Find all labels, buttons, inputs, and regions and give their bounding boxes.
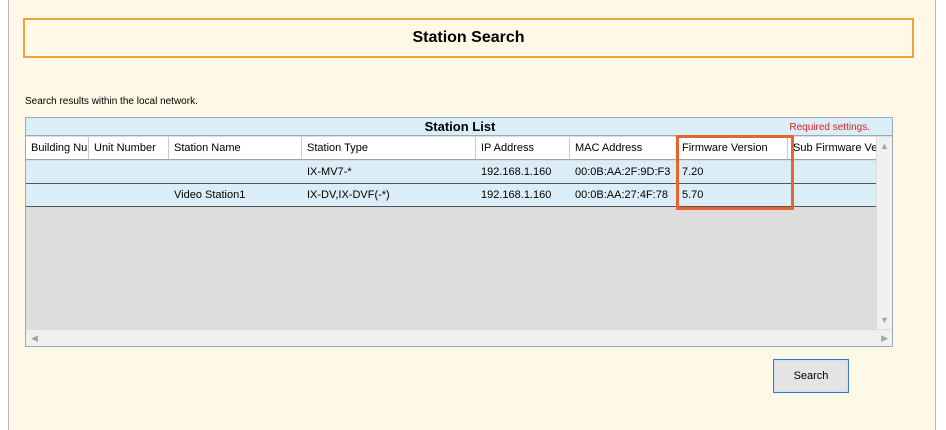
title-box: Station Search [23, 18, 914, 58]
station-list-title: Station List [424, 119, 496, 134]
cell-station-type: IX-DV,IX-DVF(-*) [307, 189, 390, 201]
cell-building-number [26, 161, 89, 183]
cell-mac-address: 00:0B:AA:2F:9D:F3 [575, 166, 671, 178]
col-header-unit-number[interactable]: Unit Number [89, 137, 169, 159]
cell-unit-number [89, 161, 169, 183]
cell-sub-firmware-version [788, 184, 878, 206]
cell-station-name: Video Station1 [174, 189, 246, 201]
col-header-building-number[interactable]: Building Nu [26, 137, 89, 159]
row-separator [26, 206, 878, 207]
scroll-down-arrow-icon[interactable]: ▼ [880, 315, 889, 325]
vertical-scrollbar[interactable]: ▲ ▼ [876, 137, 892, 329]
station-list-title-bar: Station List Required settings. [26, 118, 892, 136]
cell-firmware-version: 5.70 [682, 189, 704, 201]
col-header-station-type[interactable]: Station Type [302, 137, 476, 159]
scroll-right-arrow-icon[interactable]: ▶ [881, 333, 888, 343]
col-header-firmware-version[interactable]: Firmware Version [677, 137, 788, 159]
window-frame: Station Search Search results within the… [8, 0, 936, 430]
search-button[interactable]: Search [773, 359, 849, 393]
cell-firmware-version: 7.20 [682, 166, 704, 178]
col-header-ip-address[interactable]: IP Address [476, 137, 570, 159]
cell-ip-address: 192.168.1.160 [481, 189, 552, 201]
scroll-up-arrow-icon[interactable]: ▲ [880, 141, 889, 151]
col-header-mac-address[interactable]: MAC Address [570, 137, 677, 159]
required-settings-label: Required settings. [789, 122, 870, 133]
scroll-left-arrow-icon[interactable]: ◀ [31, 333, 38, 343]
horizontal-scrollbar[interactable]: ◀ ▶ [26, 329, 892, 346]
cell-station-name [169, 161, 302, 183]
page-title: Station Search [412, 29, 525, 46]
table-row[interactable]: Video Station1 IX-DV,IX-DVF(-*) 192.168.… [26, 184, 878, 206]
station-list: Station List Required settings. Building… [25, 117, 893, 347]
cell-mac-address: 00:0B:AA:27:4F:78 [575, 189, 668, 201]
cell-ip-address: 192.168.1.160 [481, 166, 552, 178]
cell-station-type: IX-MV7-* [307, 166, 352, 178]
table-row[interactable]: IX-MV7-* 192.168.1.160 00:0B:AA:2F:9D:F3… [26, 161, 878, 183]
search-note: Search results within the local network. [25, 96, 198, 107]
col-header-station-name[interactable]: Station Name [169, 137, 302, 159]
cell-building-number [26, 184, 89, 206]
cell-unit-number [89, 184, 169, 206]
table-header-row: Building Nu Unit Number Station Name Sta… [26, 137, 892, 160]
cell-sub-firmware-version [788, 161, 878, 183]
